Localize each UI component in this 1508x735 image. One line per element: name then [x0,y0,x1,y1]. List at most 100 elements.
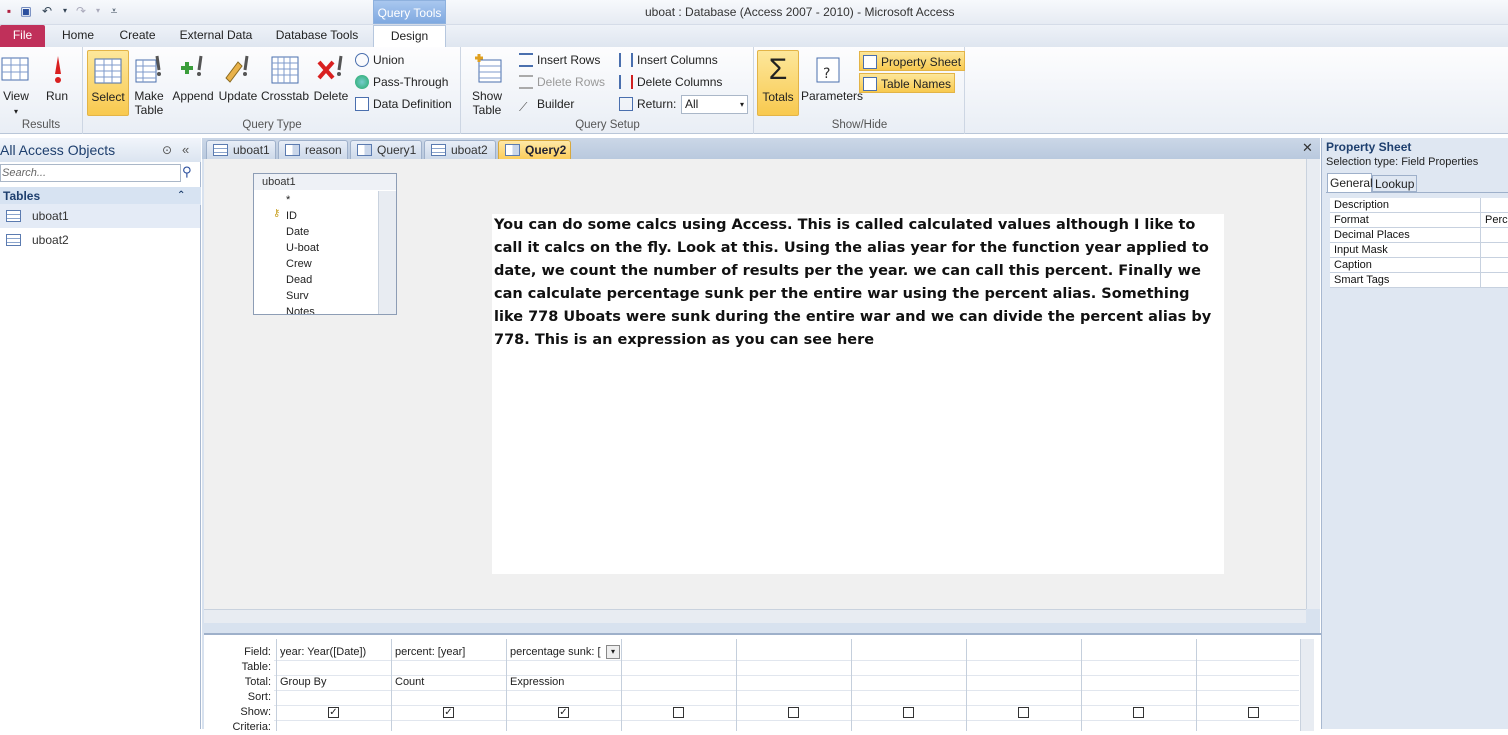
field-item[interactable]: Notes [286,304,315,314]
union-button[interactable]: Union [355,50,404,70]
prop-value[interactable] [1480,228,1485,243]
prop-row-input-mask[interactable]: Input Mask [1330,243,1508,258]
run-button[interactable]: Run [42,50,72,116]
field-item[interactable]: U-boat [286,240,319,256]
nav-item-uboat1[interactable]: uboat1 [0,204,200,228]
pass-through-button[interactable]: Pass-Through [355,72,448,92]
table-names-button[interactable]: Table Names [859,73,956,93]
make-table-button[interactable]: Make Table [132,50,166,117]
prop-row-format[interactable]: Format Percent [1330,213,1508,228]
show-checkbox[interactable] [1248,707,1259,718]
tab-file[interactable]: File [0,25,45,47]
doc-tab-query2[interactable]: Query2 [498,140,571,159]
nav-section-tables[interactable]: Tables ⌃ [0,187,201,205]
insert-columns-button[interactable]: Insert Columns [619,50,718,70]
undo-dropdown-icon[interactable]: ▾ [58,4,72,18]
total-cell-percent[interactable]: Count [392,675,506,690]
field-item[interactable]: Dead [286,272,312,288]
tab-general[interactable]: General [1327,173,1373,192]
row-label-field: Field: [244,646,271,658]
nav-search-input[interactable]: Search... [0,164,181,182]
total-cell-year[interactable]: Group By [277,675,391,690]
property-sheet-button[interactable]: Property Sheet [859,51,966,71]
builder-label: Builder [537,97,575,111]
show-checkbox[interactable] [788,707,799,718]
redo-dropdown-icon[interactable]: ▾ [91,4,105,18]
show-checkbox[interactable] [1133,707,1144,718]
tab-design[interactable]: Design [373,25,446,47]
show-checkbox[interactable]: ✓ [558,707,569,718]
builder-button[interactable]: ⟋ Builder [519,94,574,114]
globe-icon [355,75,369,89]
field-list-uboat1[interactable]: uboat1 * ⚷ ID Date U-boat Crew Dead Surv… [253,173,397,315]
data-definition-button[interactable]: Data Definition [355,94,452,114]
customize-toolbar-icon[interactable]: ⩡ [107,4,121,18]
view-button[interactable]: View ▾ [0,50,32,116]
total-cell-percentage-sunk[interactable]: Expression [507,675,621,690]
field-cell-percentage-sunk[interactable]: percentage sunk: [ [507,645,605,660]
show-checkbox[interactable]: ✓ [328,707,339,718]
prop-value[interactable] [1480,273,1485,288]
chevron-up-icon[interactable]: ⌃ [177,187,185,205]
tab-lookup[interactable]: Lookup [1372,175,1417,192]
upper-pane-vertical-scrollbar[interactable] [1306,159,1320,609]
prop-value[interactable]: Percent [1480,213,1508,228]
delete-label: Delete [313,89,349,103]
show-checkbox[interactable]: ✓ [443,707,454,718]
doc-tab-query1[interactable]: Query1 [350,140,422,159]
doc-tab-uboat1[interactable]: uboat1 [206,140,276,159]
field-list-scrollbar[interactable] [378,191,396,314]
field-dropdown-icon[interactable]: ▾ [606,645,620,659]
tab-create[interactable]: Create [115,25,160,47]
select-button[interactable]: Select [87,50,129,116]
prop-value[interactable] [1480,258,1485,273]
show-checkbox[interactable] [673,707,684,718]
prop-row-smart-tags[interactable]: Smart Tags [1330,273,1508,288]
tab-database-tools[interactable]: Database Tools [271,25,363,47]
field-item[interactable]: * [286,192,290,208]
show-checkbox[interactable] [903,707,914,718]
field-item[interactable]: Date [286,224,309,240]
field-cell-percent[interactable]: percent: [year] [392,645,506,660]
access-logo-icon: ▪ [6,4,12,18]
delete-button[interactable]: Delete [312,50,350,116]
return-select[interactable]: All ▾ [681,95,748,114]
field-item[interactable]: Crew [286,256,312,272]
delete-rows-label: Delete Rows [537,75,606,89]
nav-pane-title: All Access Objects [0,142,116,158]
field-item[interactable]: ID [286,208,297,224]
parameters-button[interactable]: ? Parameters [801,50,863,116]
redo-icon[interactable]: ↷ [74,4,88,18]
save-icon[interactable]: ▣ [19,4,33,18]
doc-tab-uboat2[interactable]: uboat2 [424,140,496,159]
close-icon[interactable]: ✕ [1302,140,1313,156]
delete-rows-button[interactable]: Delete Rows [519,72,605,92]
field-cell-year[interactable]: year: Year([Date]) [277,645,391,660]
upper-pane-horizontal-scrollbar[interactable] [204,609,1306,623]
prop-value[interactable] [1480,198,1485,213]
prop-row-decimal-places[interactable]: Decimal Places [1330,228,1508,243]
prop-value[interactable] [1480,243,1485,258]
nav-item-label: uboat2 [32,233,69,247]
grid-vertical-scrollbar[interactable] [1300,639,1314,731]
nav-dropdown-icon[interactable]: ⊙ [162,138,172,162]
show-table-button[interactable]: Show Table [468,50,506,117]
search-icon[interactable]: ⚲ [182,164,192,180]
crosstab-button[interactable]: Crosstab [261,50,309,116]
tab-external-data[interactable]: External Data [176,25,256,47]
prop-row-description[interactable]: Description [1330,198,1508,213]
nav-pane-header[interactable]: All Access Objects ⊙ « [0,138,201,162]
totals-button[interactable]: Σ Totals [757,50,799,116]
update-button[interactable]: Update [217,50,259,116]
show-checkbox[interactable] [1018,707,1029,718]
collapse-pane-icon[interactable]: « [182,138,189,162]
field-item[interactable]: Surv [286,288,309,304]
insert-rows-button[interactable]: Insert Rows [519,50,600,70]
append-button[interactable]: Append [171,50,215,116]
doc-tab-reason[interactable]: reason [278,140,348,159]
prop-row-caption[interactable]: Caption [1330,258,1508,273]
nav-item-uboat2[interactable]: uboat2 [0,228,200,252]
delete-columns-button[interactable]: Delete Columns [619,72,722,92]
tab-home[interactable]: Home [57,25,99,47]
undo-icon[interactable]: ↶ [40,4,54,18]
